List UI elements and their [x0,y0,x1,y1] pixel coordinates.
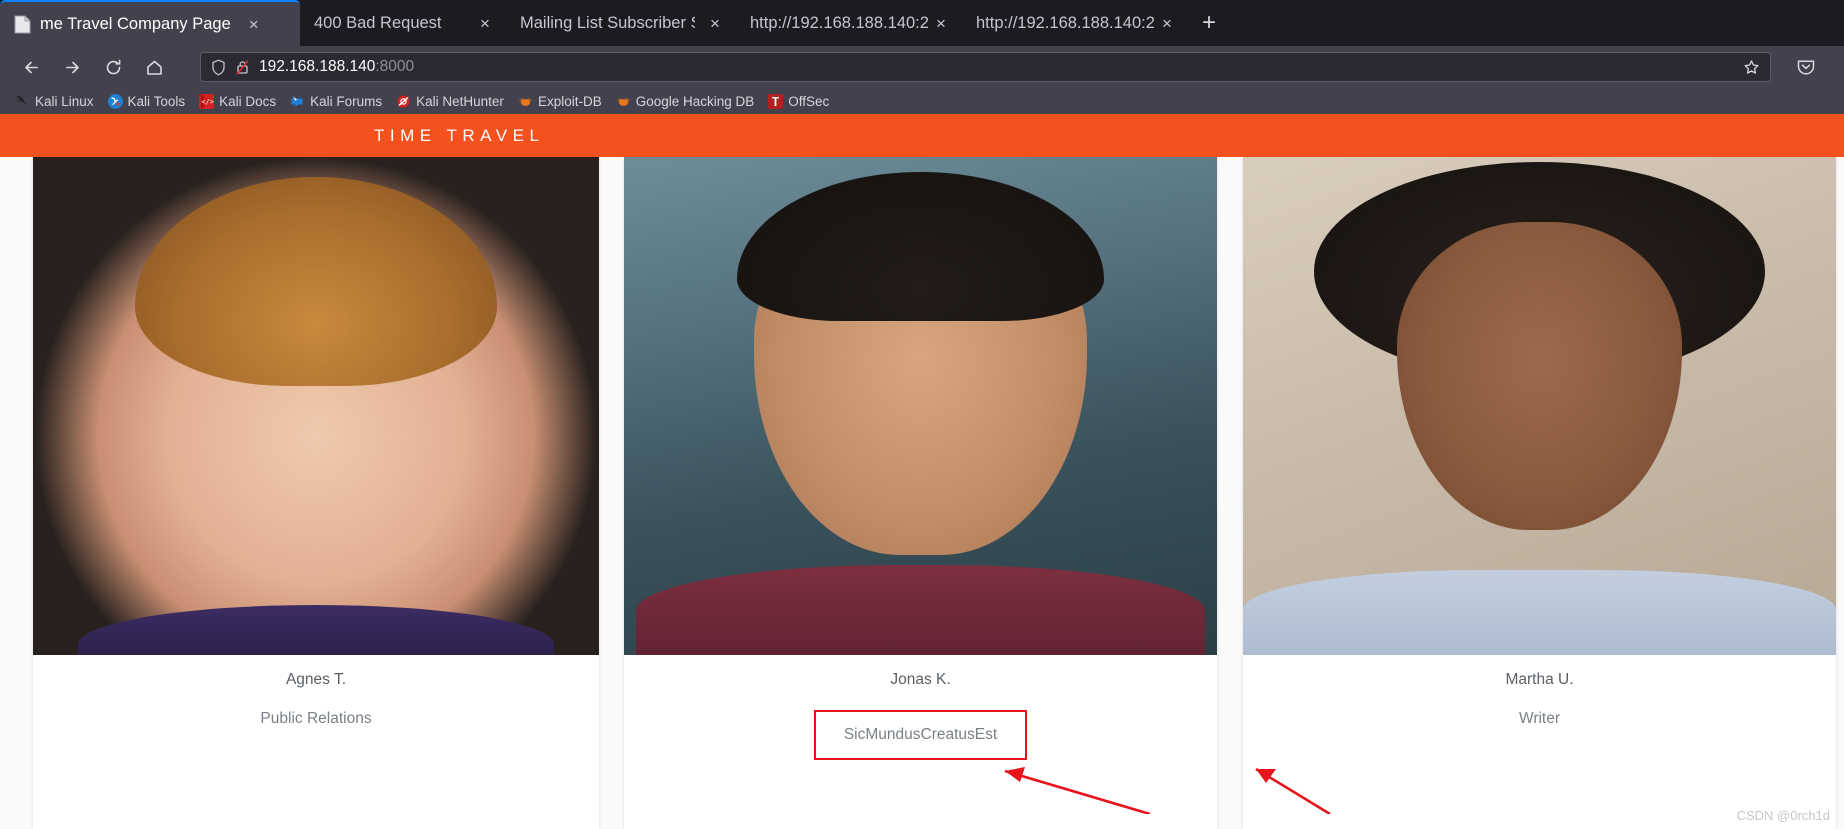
bookmark-label: Kali Forums [310,93,383,109]
employee-name: Agnes T. [285,671,347,688]
employee-name: Martha U. [1505,671,1574,688]
bookmark-offsec[interactable]: OffSec [761,93,836,109]
offsec-icon [768,93,784,109]
browser-tab-4[interactable]: http://192.168.188.140:2224/ × [962,0,1188,46]
tab-close-icon[interactable]: × [706,14,724,32]
kali-tools-icon [107,93,123,109]
url-bar[interactable]: 192.168.188.140:8000 [200,52,1771,82]
site-header: TIME TRAVEL [0,114,1844,157]
kali-dragon-icon [15,94,30,109]
reload-button[interactable] [96,50,130,84]
lock-crossed-icon[interactable] [235,59,250,76]
browser-tab-label: http://192.168.188.140:2224/ [976,13,1154,32]
tab-close-icon[interactable]: × [245,15,263,33]
url-host: 192.168.188.140 [259,58,376,75]
svg-text:</>: </> [201,98,214,106]
bookmark-kali-forums[interactable]: Kali Forums [283,94,389,109]
kali-forums-icon [290,94,305,109]
nethunter-icon [396,94,411,109]
employee-card-body: Jonas K. SicMundusCreatusEst [624,655,1217,829]
tab-close-icon[interactable]: × [476,14,494,32]
bookmark-label: Kali Linux [35,93,94,109]
employee-name: Jonas K. [890,671,951,688]
portrait-agnes-image [33,157,599,655]
employee-card[interactable]: Jonas K. SicMundusCreatusEst [624,157,1217,829]
browser-tab-label: Mailing List Subscriber Servic [520,13,695,32]
bookmark-kali-linux[interactable]: Kali Linux [8,94,101,109]
page-viewport: TIME TRAVEL Agnes T. Public Relations Jo… [0,114,1844,829]
employee-role: Writer [1518,710,1561,727]
employee-card[interactable]: Agnes T. Public Relations [33,157,599,829]
pocket-icon[interactable] [1789,50,1823,84]
bookmark-label: Exploit-DB [537,93,602,109]
bookmark-label: Kali NetHunter [416,93,504,109]
portrait-martha-image [1243,157,1836,655]
bookmark-exploit-db[interactable]: Exploit-DB [511,94,609,109]
bookmark-label: Kali Docs [219,93,277,109]
employee-card-body: Agnes T. Public Relations [33,655,599,829]
bookmark-kali-nethunter[interactable]: Kali NetHunter [389,94,511,109]
portrait-jonas-image [624,157,1217,655]
tab-close-icon[interactable]: × [932,14,950,32]
employee-card[interactable]: Martha U. Writer [1243,157,1836,829]
browser-tab-1[interactable]: 400 Bad Request × [300,0,506,46]
back-button[interactable] [14,50,48,84]
employee-role: Public Relations [260,710,372,727]
url-text: 192.168.188.140:8000 [259,58,414,76]
browser-tab-label: http://192.168.188.140:2224/ [750,13,928,32]
navigation-toolbar: 192.168.188.140:8000 [0,46,1844,88]
exploitdb-icon [518,94,533,109]
browser-tab-label: me Travel Company Page [40,14,231,33]
bookmark-kali-docs[interactable]: </> Kali Docs [192,93,283,109]
employee-role-highlighted: SicMundusCreatusEst [813,710,1028,760]
browser-tab-label: 400 Bad Request [314,13,442,32]
browser-tab-3[interactable]: http://192.168.188.140:2224/ × [736,0,962,46]
home-button[interactable] [137,50,171,84]
tab-strip: me Travel Company Page × 400 Bad Request… [0,0,1844,46]
bookmark-kali-tools[interactable]: Kali Tools [101,93,193,109]
page-title: TIME TRAVEL [374,125,545,145]
bookmarks-bar: Kali Linux Kali Tools </> Kali Docs Kali… [0,88,1844,114]
employee-card-list: Agnes T. Public Relations Jonas K. SicMu… [0,157,1844,829]
ghdb-icon [616,94,631,109]
bookmark-label: Google Hacking DB [635,93,755,109]
kali-docs-icon: </> [199,93,215,109]
toolbar-right [1779,50,1830,84]
bookmark-label: OffSec [788,93,830,109]
forward-button[interactable] [55,50,89,84]
star-icon[interactable] [1733,59,1760,76]
document-icon [14,15,31,34]
tab-close-icon[interactable]: × [1158,14,1176,32]
browser-window: me Travel Company Page × 400 Bad Request… [0,0,1844,829]
bookmark-label: Kali Tools [127,93,186,109]
employee-card-body: Martha U. Writer [1243,655,1836,829]
new-tab-button[interactable]: + [1188,0,1230,46]
browser-tab-2[interactable]: Mailing List Subscriber Servic × [506,0,736,46]
bookmark-google-hacking-db[interactable]: Google Hacking DB [609,94,762,109]
browser-tab-0[interactable]: me Travel Company Page × [0,0,300,46]
url-port: :8000 [375,58,415,75]
shield-icon[interactable] [211,58,226,76]
